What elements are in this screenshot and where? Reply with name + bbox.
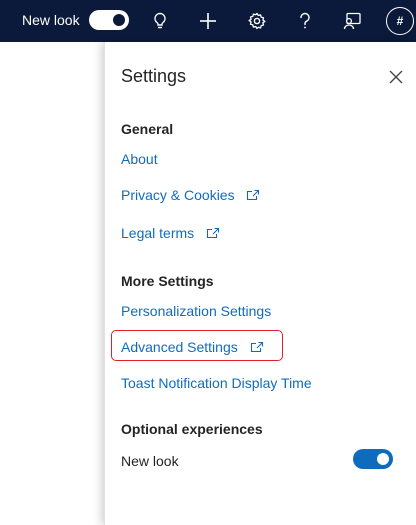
panel-title: Settings xyxy=(121,66,187,86)
toast-notification-link[interactable]: Toast Notification Display Time xyxy=(121,374,312,392)
legal-terms-link[interactable]: Legal terms xyxy=(121,224,220,242)
top-navigation-bar: New look # xyxy=(0,0,416,42)
new-look-toggle[interactable] xyxy=(89,10,129,30)
lightbulb-icon[interactable] xyxy=(145,6,175,36)
plus-icon[interactable] xyxy=(193,6,223,36)
external-link-icon xyxy=(247,190,260,201)
about-link[interactable]: About xyxy=(121,150,158,168)
external-link-icon xyxy=(206,228,220,239)
new-look-label: New look xyxy=(22,12,80,28)
new-look-setting-toggle[interactable] xyxy=(353,449,393,469)
page: New look # Settings General About Privac… xyxy=(0,0,416,525)
new-look-setting-label: New look xyxy=(121,453,179,469)
settings-panel: Settings General About Privacy & Cookies… xyxy=(104,42,416,525)
optional-experiences-heading: Optional experiences xyxy=(121,421,263,437)
toggle-knob xyxy=(113,14,125,26)
help-icon[interactable] xyxy=(290,6,320,36)
toggle-knob xyxy=(377,453,389,465)
privacy-cookies-link[interactable]: Privacy & Cookies xyxy=(121,186,260,204)
avatar[interactable]: # xyxy=(386,7,414,35)
privacy-cookies-label: Privacy & Cookies xyxy=(121,187,235,203)
close-button[interactable] xyxy=(385,66,407,88)
personalization-settings-link[interactable]: Personalization Settings xyxy=(121,302,271,320)
feedback-icon[interactable] xyxy=(337,6,367,36)
close-icon xyxy=(389,70,403,84)
legal-terms-label: Legal terms xyxy=(121,225,195,241)
external-link-icon xyxy=(250,342,263,353)
personalization-settings-label: Personalization Settings xyxy=(121,303,272,319)
toast-notification-label: Toast Notification Display Time xyxy=(121,375,312,391)
more-settings-heading: More Settings xyxy=(121,273,214,289)
advanced-settings-link[interactable]: Advanced Settings xyxy=(121,338,264,356)
advanced-settings-label: Advanced Settings xyxy=(121,339,238,355)
avatar-text: # xyxy=(396,14,404,28)
general-heading: General xyxy=(121,121,174,137)
about-link-label: About xyxy=(121,151,158,167)
gear-icon[interactable] xyxy=(242,6,272,36)
